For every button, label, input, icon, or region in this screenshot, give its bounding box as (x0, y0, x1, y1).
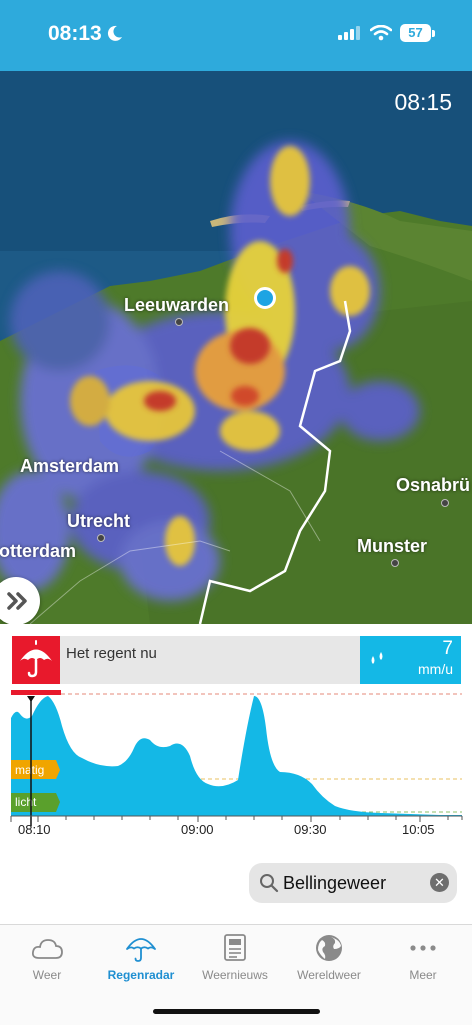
city-label: Munster (357, 536, 428, 556)
status-bar: 08:13 57 (0, 0, 472, 71)
tab-label: Weernieuws (202, 968, 268, 982)
status-time: 08:13 (48, 22, 102, 45)
battery-indicator: 57 (400, 24, 431, 42)
rain-status-bar: Het regent nu 7 mm/u (12, 636, 461, 684)
tab-label: Weer (32, 968, 62, 982)
light-rain-label: licht (15, 795, 37, 809)
tab-wereldweer[interactable]: Wereldweer (282, 925, 376, 995)
heavy-rain-band (11, 690, 61, 695)
current-time-cursor-head (27, 696, 35, 702)
city-marker (441, 499, 449, 507)
search-icon (260, 874, 279, 893)
tab-label: Regenradar (107, 968, 175, 982)
city-marker (175, 318, 183, 326)
more-icon (410, 945, 436, 951)
rain-intensity-box: 7 mm/u (360, 636, 461, 684)
rain-forecast-area (11, 696, 462, 816)
double-chevron-right-icon (7, 592, 27, 610)
time-tick-label: 08:10 (18, 822, 51, 837)
expand-panel-button[interactable] (0, 577, 40, 624)
umbrella-icon (20, 640, 52, 678)
home-indicator[interactable] (153, 1009, 320, 1014)
city-label: otterdam (0, 541, 77, 561)
city-label: Amsterdam (20, 456, 120, 476)
tab-weernieuws[interactable]: Weernieuws (188, 925, 282, 995)
cloud-icon (31, 939, 63, 959)
rain-intensity-unit: mm/u (418, 661, 453, 677)
tab-meer[interactable]: Meer (376, 925, 470, 995)
clear-search-button[interactable]: ✕ (430, 873, 449, 892)
city-label: Utrecht (67, 511, 131, 531)
rain-forecast-graph[interactable]: matig licht (0, 688, 472, 838)
tab-label: Wereldweer (297, 968, 361, 982)
time-axis-ticks (10, 816, 463, 822)
tab-weer[interactable]: Weer (0, 925, 94, 995)
radar-timestamp: 08:15 (394, 89, 452, 115)
search-value: Bellingeweer (283, 873, 387, 893)
signal-icon (338, 26, 360, 40)
time-tick-label: 10:05 (402, 822, 435, 837)
time-tick-label: 09:00 (181, 822, 214, 837)
radar-map[interactable]: 08:15 Leeuwarden Amsterdam Utrecht otter… (0, 71, 472, 624)
city-marker (391, 559, 399, 567)
umbrella-icon (126, 938, 156, 962)
battery-tip (432, 30, 435, 37)
city-label: Osnabrü (396, 475, 471, 495)
moderate-rain-label: matig (15, 763, 44, 777)
time-tick-label: 09:30 (294, 822, 327, 837)
location-search-field[interactable]: Bellingeweer ✕ (249, 863, 457, 903)
newspaper-icon (224, 934, 246, 961)
tab-regenradar[interactable]: Regenradar (94, 925, 188, 995)
wifi-icon (370, 25, 392, 41)
city-label: Leeuwarden (124, 295, 230, 315)
rain-status-icon-box (12, 636, 60, 684)
close-icon: ✕ (434, 875, 445, 890)
rain-status-text: Het regent nu (66, 645, 157, 662)
moon-icon (107, 25, 122, 41)
raindrops-icon (371, 652, 383, 664)
current-location-marker (254, 287, 276, 309)
city-marker (97, 534, 105, 542)
tab-label: Meer (409, 968, 437, 982)
globe-icon (316, 935, 342, 961)
rain-intensity-value: 7 (442, 638, 453, 659)
